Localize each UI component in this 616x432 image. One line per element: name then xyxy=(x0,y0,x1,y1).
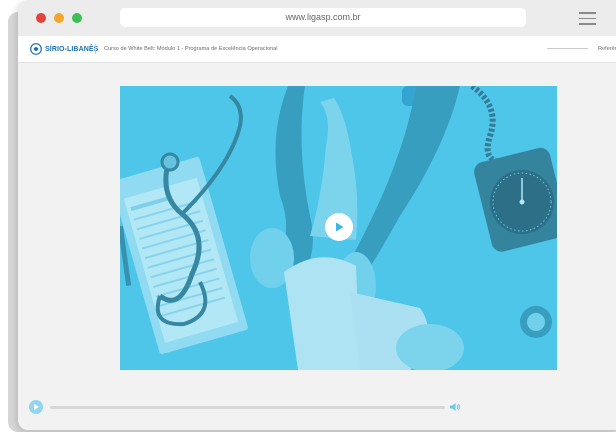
player-controls xyxy=(18,396,616,418)
minimize-window-button[interactable] xyxy=(54,13,64,23)
progress-bar[interactable] xyxy=(50,406,445,409)
play-button[interactable] xyxy=(325,213,353,241)
course-header: SÍRIO-LIBANÊS Curso de White Belt: Módul… xyxy=(18,36,616,63)
logo-icon xyxy=(30,43,42,55)
logo-text: SÍRIO-LIBANÊS xyxy=(45,45,99,53)
header-divider xyxy=(95,44,96,54)
video-player[interactable] xyxy=(120,86,557,370)
volume-icon[interactable] xyxy=(449,401,461,413)
course-title: Curso de White Belt: Módulo 1 - Programa… xyxy=(104,46,278,52)
address-bar[interactable]: www.ligasp.com.br xyxy=(120,8,526,27)
maximize-window-button[interactable] xyxy=(72,13,82,23)
references-link[interactable]: Referên xyxy=(598,44,616,54)
play-icon xyxy=(34,404,39,410)
control-play-button[interactable] xyxy=(29,400,43,414)
browser-window: www.ligasp.com.br SÍRIO-LIBANÊS Curso de… xyxy=(18,0,616,430)
play-icon xyxy=(336,222,344,232)
sirio-libanes-logo[interactable]: SÍRIO-LIBANÊS xyxy=(30,43,98,55)
close-window-button[interactable] xyxy=(36,13,46,23)
browser-titlebar: www.ligasp.com.br xyxy=(18,0,616,36)
header-decorative-line xyxy=(547,48,588,49)
menu-icon[interactable] xyxy=(579,12,596,25)
